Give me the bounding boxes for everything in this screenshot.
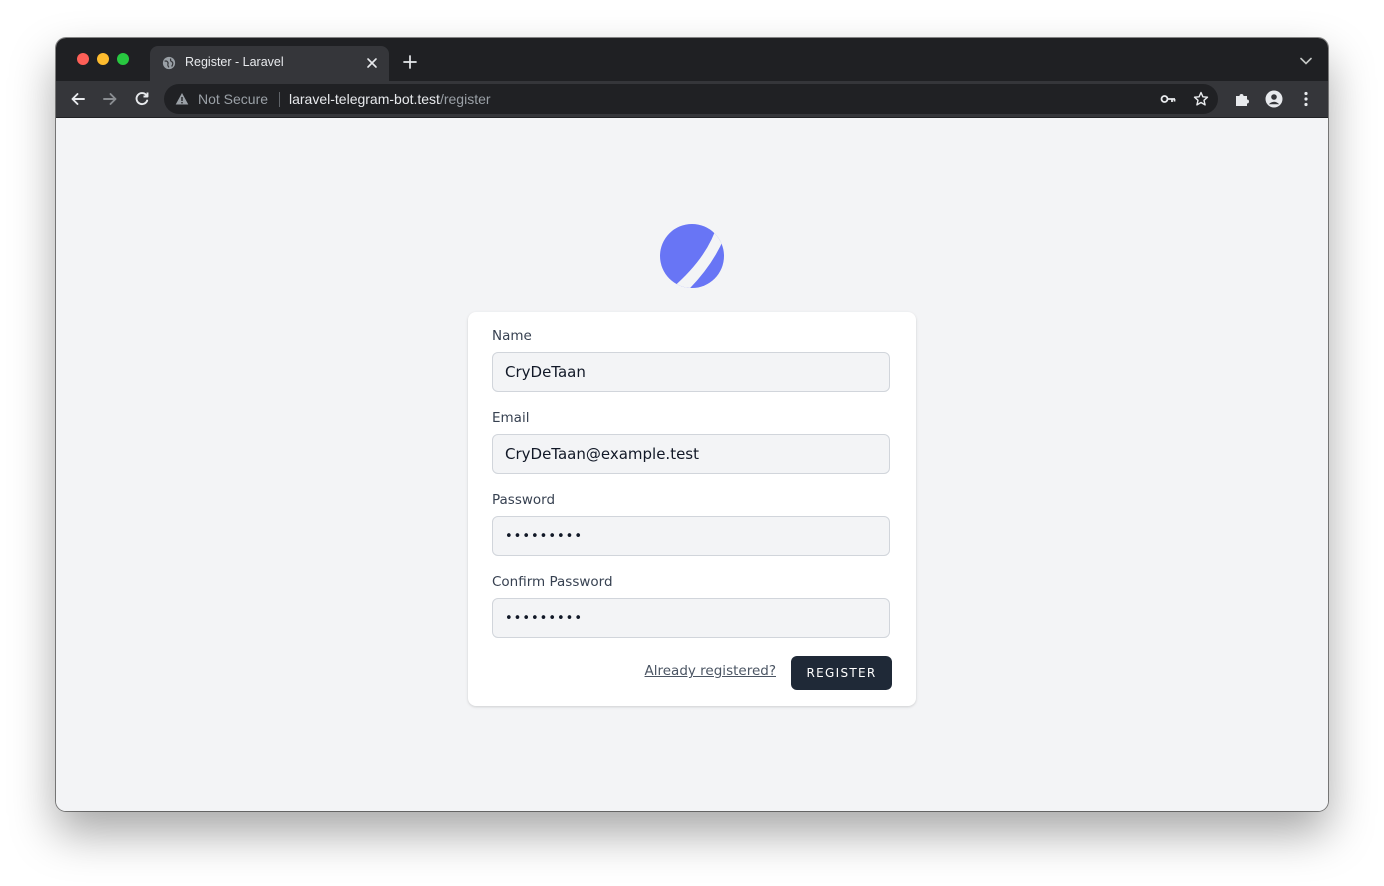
browser-tab[interactable]: Register - Laravel <box>150 46 389 81</box>
name-field[interactable]: CryDeTaan <box>492 352 890 392</box>
new-tab-icon[interactable] <box>403 55 417 69</box>
globe-icon <box>162 56 176 70</box>
email-label: Email <box>492 410 530 426</box>
email-field[interactable]: CryDeTaan@example.test <box>492 434 890 474</box>
maximize-window-button[interactable] <box>117 53 129 65</box>
security-status-label[interactable]: Not Secure <box>198 91 268 107</box>
url-host: laravel-telegram-bot.test <box>289 91 440 107</box>
already-registered-link[interactable]: Already registered? <box>645 663 776 679</box>
close-tab-icon[interactable] <box>365 56 379 70</box>
back-arrow-icon[interactable] <box>69 90 87 108</box>
laravel-breeze-logo-icon[interactable] <box>659 223 725 289</box>
confirm-password-field[interactable]: ••••••••• <box>492 598 890 638</box>
browser-window: Register - Laravel Not Secure laravel-te… <box>56 38 1328 811</box>
forward-arrow-icon[interactable] <box>101 90 119 108</box>
password-label: Password <box>492 492 556 508</box>
register-button[interactable]: REGISTER <box>791 656 892 690</box>
register-form-card: Name CryDeTaan Email CryDeTaan@example.t… <box>468 312 916 706</box>
warning-icon[interactable] <box>175 92 189 106</box>
key-icon[interactable] <box>1160 91 1176 107</box>
url-text[interactable]: laravel-telegram-bot.test/register <box>289 91 491 107</box>
address-separator <box>279 92 280 107</box>
page-content: Name CryDeTaan Email CryDeTaan@example.t… <box>56 118 1328 811</box>
bookmark-star-icon[interactable] <box>1193 91 1209 107</box>
url-path: /register <box>439 91 491 107</box>
confirm-password-label: Confirm Password <box>492 574 613 590</box>
close-window-button[interactable] <box>77 53 89 65</box>
minimize-window-button[interactable] <box>97 53 109 65</box>
chevron-down-icon[interactable] <box>1300 57 1312 65</box>
profile-avatar-icon[interactable] <box>1265 90 1283 108</box>
reload-icon[interactable] <box>133 90 151 108</box>
extensions-puzzle-icon[interactable] <box>1233 90 1251 108</box>
tab-title: Register - Laravel <box>185 55 284 69</box>
address-bar[interactable]: Not Secure laravel-telegram-bot.test/reg… <box>164 84 1218 114</box>
tab-strip: Register - Laravel <box>56 38 1328 81</box>
more-menu-icon[interactable] <box>1297 90 1315 108</box>
password-field[interactable]: ••••••••• <box>492 516 890 556</box>
browser-toolbar: Not Secure laravel-telegram-bot.test/reg… <box>56 81 1328 118</box>
name-label: Name <box>492 328 532 344</box>
